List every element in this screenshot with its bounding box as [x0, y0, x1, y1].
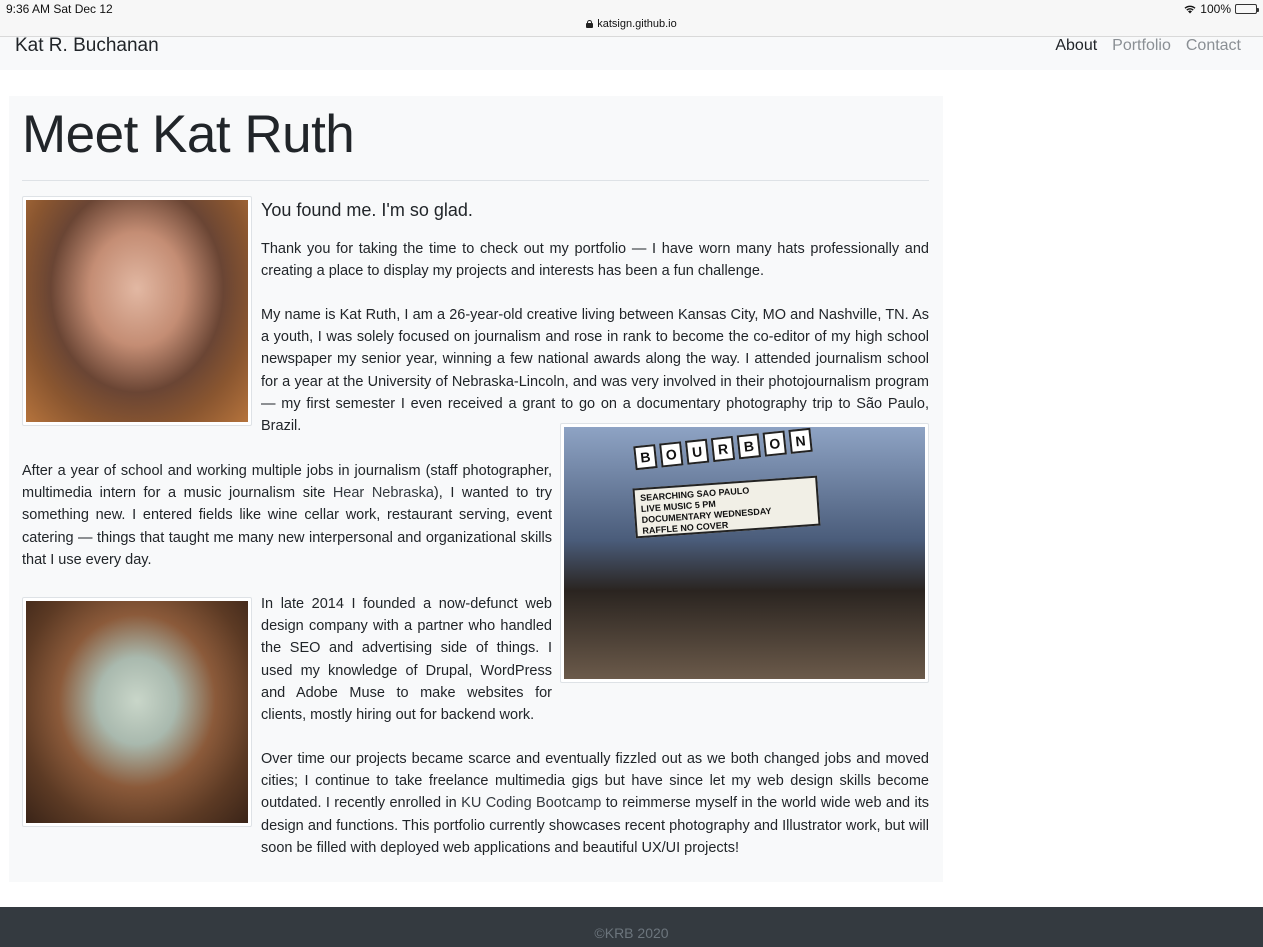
lock-icon	[586, 20, 594, 28]
nav-links: About Portfolio Contact	[1055, 37, 1241, 55]
mask-selfie-photo	[22, 597, 252, 827]
status-time: 9:36 AM Sat Dec 12	[6, 2, 113, 16]
footer-copyright: ©KRB 2020	[594, 925, 669, 941]
ku-bootcamp-link[interactable]: KU Coding Bootcamp	[461, 795, 601, 811]
battery-icon	[1235, 4, 1259, 14]
hear-nebraska-link[interactable]: Hear Nebraska	[333, 485, 434, 501]
paragraph-career: After a year of school and working multi…	[22, 463, 552, 568]
paragraph-bootcamp: Over time our projects became scarce and…	[261, 751, 930, 856]
navbar: Kat R. Buchanan About Portfolio Contact	[0, 35, 1263, 70]
navbar-brand[interactable]: Kat R. Buchanan	[15, 35, 159, 57]
nav-link-contact[interactable]: Contact	[1186, 37, 1241, 55]
page-title: Meet Kat Ruth	[22, 105, 355, 164]
address-bar[interactable]: katsign.github.io	[0, 18, 1263, 30]
marquee-board: SEARCHING SAO PAULO LIVE MUSIC 5 PM DOCU…	[632, 475, 821, 539]
lead-text: You found me. I'm so glad.	[261, 200, 473, 220]
battery-percent: 100%	[1200, 2, 1231, 16]
status-right: 100%	[1184, 2, 1259, 16]
title-divider	[22, 180, 929, 181]
nav-link-portfolio[interactable]: Portfolio	[1112, 37, 1171, 55]
wifi-icon	[1184, 5, 1196, 14]
about-card: Meet Kat Ruth BOURBON SEARCHING SAO PAUL…	[9, 96, 943, 882]
footer: ©KRB 2020	[0, 907, 1263, 947]
bourbon-theatre-photo: BOURBON SEARCHING SAO PAULO LIVE MUSIC 5…	[560, 423, 929, 683]
portrait-photo	[22, 196, 252, 426]
paragraph-intro: Thank you for taking the time to check o…	[261, 241, 929, 280]
paragraph-bio: My name is Kat Ruth, I am a 26-year-old …	[261, 307, 929, 435]
paragraph-web-design: In late 2014 I founded a now-defunct web…	[261, 596, 552, 724]
url-text[interactable]: katsign.github.io	[597, 18, 677, 30]
ios-status-bar: 9:36 AM Sat Dec 12 katsign.github.io 100…	[0, 0, 1263, 37]
nav-link-about[interactable]: About	[1055, 37, 1097, 55]
